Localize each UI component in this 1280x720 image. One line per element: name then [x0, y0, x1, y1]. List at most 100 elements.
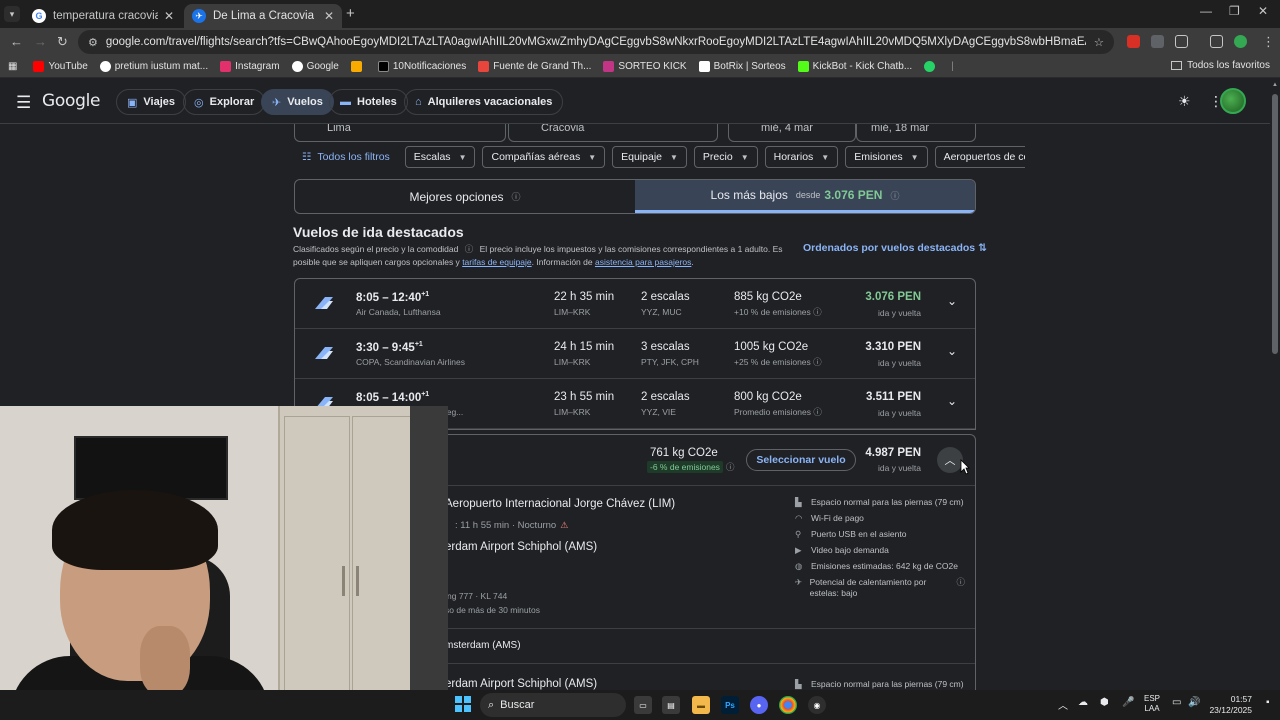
flight-row[interactable]: 8:05 – 12:40+1 Air Canada, Lufthansa 22 h …: [295, 279, 975, 329]
youtube-icon: [33, 61, 45, 72]
chrome-icon[interactable]: [779, 696, 797, 714]
bookmark-google[interactable]: Google: [291, 61, 339, 72]
file-explorer-icon[interactable]: ▬: [692, 696, 710, 714]
caret-down-icon: ▼: [740, 152, 749, 162]
return-date-field[interactable]: mié, 18 mar: [856, 124, 976, 142]
bookmark-whatsapp[interactable]: [924, 61, 939, 72]
widgets-icon[interactable]: ▤: [662, 696, 680, 714]
filter-horarios[interactable]: Horarios ▼: [764, 146, 839, 168]
microphone-icon[interactable]: 🎤: [1122, 697, 1134, 708]
reading-list-icon[interactable]: [1210, 35, 1223, 48]
photoshop-icon[interactable]: Ps: [721, 696, 739, 714]
bookmark-botrix[interactable]: BotRix | Sorteos: [698, 61, 786, 72]
avatar[interactable]: [1220, 88, 1246, 114]
notifications-icon[interactable]: ▪: [1266, 697, 1270, 708]
filter-precio[interactable]: Precio ▼: [693, 146, 758, 168]
select-flight-button[interactable]: Seleccionar vuelo: [746, 449, 856, 471]
bookmark-kickbot[interactable]: KickBot - Kick Chatb...: [797, 61, 912, 72]
tray-app-icon[interactable]: ☁: [1078, 697, 1088, 708]
tray-app-icon[interactable]: ⬢: [1100, 697, 1109, 708]
close-tab-icon[interactable]: ✕: [164, 9, 174, 23]
windows-start-icon[interactable]: [455, 696, 471, 712]
apps-grid-icon[interactable]: ▦: [8, 61, 17, 72]
airline-logo-icon: [315, 297, 333, 309]
info-icon[interactable]: ⓘ: [726, 461, 735, 473]
discord-icon[interactable]: ●: [750, 696, 768, 714]
google-logo[interactable]: Google: [42, 91, 100, 111]
restore-icon[interactable]: ❐: [1229, 4, 1240, 18]
bookmark-youtube[interactable]: YouTube: [33, 61, 88, 72]
close-window-icon[interactable]: ✕: [1258, 4, 1268, 18]
flight-row[interactable]: 3:30 – 9:45+1 COPA, Scandinavian Airlines…: [295, 329, 975, 379]
bookmark-star-icon[interactable]: ☆: [1094, 35, 1104, 49]
wardrobe: [278, 406, 418, 720]
nav-hoteles[interactable]: ▬ Hoteles: [329, 89, 408, 115]
bookmark-gta[interactable]: Fuente de Grand Th...: [478, 61, 591, 72]
bookmark-unnamed[interactable]: [350, 61, 366, 72]
scroll-up-icon[interactable]: ▲: [1272, 82, 1278, 88]
language-indicator[interactable]: ESP LAA: [1144, 694, 1160, 714]
baggage-fees-link[interactable]: tarifas de equipaje: [462, 257, 531, 267]
page-scrollbar[interactable]: ▲: [1270, 80, 1280, 690]
extension-icon[interactable]: [1127, 35, 1140, 48]
volume-icon[interactable]: 🔊: [1188, 697, 1200, 708]
extensions-puzzle-icon[interactable]: [1175, 35, 1188, 48]
nav-alquileres[interactable]: ⌂ Alquileres vacacionales: [404, 89, 564, 115]
sort-by-button[interactable]: Ordenados por vuelos destacados ⇅: [803, 242, 987, 254]
extension-icon[interactable]: [1151, 35, 1164, 48]
filter-emisiones[interactable]: Emisiones ▼: [845, 146, 928, 168]
filter-companias[interactable]: Compañías aéreas ▼: [482, 146, 606, 168]
minimize-icon[interactable]: —: [1200, 4, 1212, 18]
profile-avatar-icon[interactable]: [1234, 35, 1247, 48]
info-icon[interactable]: ⓘ: [813, 357, 822, 367]
tab-mejores-opciones[interactable]: Mejores opciones ⓘ: [295, 180, 635, 213]
theme-toggle-icon[interactable]: ☀: [1178, 93, 1191, 110]
info-icon[interactable]: ⓘ: [890, 189, 899, 202]
all-bookmarks[interactable]: Todos los favoritos: [1171, 60, 1270, 71]
forward-icon[interactable]: →: [34, 34, 47, 49]
address-bar[interactable]: ⚙ google.com/travel/flights/search?tfs=C…: [78, 30, 1114, 54]
bookmark-sorteo-kick[interactable]: SORTEO KICK: [603, 61, 687, 72]
close-tab-icon[interactable]: ✕: [324, 9, 334, 23]
expand-chevron-icon[interactable]: ⌄: [947, 394, 957, 408]
filter-escalas[interactable]: Escalas ▼: [404, 146, 476, 168]
nav-vuelos[interactable]: ✈ Vuelos: [261, 89, 334, 115]
network-icon[interactable]: ▭: [1172, 697, 1181, 708]
info-icon[interactable]: ⓘ: [813, 407, 822, 417]
filter-equipaje[interactable]: Equipaje ▼: [612, 146, 687, 168]
all-filters-button[interactable]: ☷ Todos los filtros: [294, 146, 398, 168]
nav-viajes[interactable]: ▣ Viajes: [116, 89, 187, 115]
task-view-icon[interactable]: ▭: [634, 696, 652, 714]
bookmark-pretium[interactable]: pretium iustum mat...: [99, 61, 208, 72]
back-icon[interactable]: ←: [10, 34, 23, 49]
taskbar-search[interactable]: ⌕ Buscar: [480, 693, 626, 717]
info-icon[interactable]: ⓘ: [512, 190, 521, 203]
clock[interactable]: 01:57 23/12/2025: [1206, 694, 1252, 716]
browser-menu-icon[interactable]: ⋮: [1262, 34, 1275, 50]
destination-field[interactable]: Cracovia: [508, 124, 718, 142]
nav-explorar[interactable]: ◎ Explorar: [183, 89, 266, 115]
filter-aeropuertos[interactable]: Aeropuertos de cor: [934, 146, 1025, 168]
scrollbar-thumb[interactable]: [1272, 94, 1278, 354]
info-icon[interactable]: ⓘ: [956, 577, 965, 588]
main-menu-icon[interactable]: ☰: [16, 93, 31, 113]
tab-search-icon[interactable]: ▾: [4, 6, 20, 22]
browser-tab[interactable]: G temperatura cracovia - Buscar c ✕: [24, 4, 182, 28]
bookmark-x[interactable]: 10Notificaciones: [377, 61, 466, 72]
airline-names: COPA, Scandinavian Airlines: [356, 357, 465, 367]
origin-field[interactable]: Lima: [294, 124, 506, 142]
site-info-icon[interactable]: ⚙: [88, 36, 98, 49]
obs-icon[interactable]: ◉: [808, 696, 826, 714]
tray-chevron-icon[interactable]: ︿: [1058, 697, 1068, 712]
tab-mas-bajos[interactable]: Los más bajos desde 3.076 PEN ⓘ: [635, 180, 975, 213]
passenger-assistance-link[interactable]: asistencia para pasajeros: [595, 257, 691, 267]
reload-icon[interactable]: ↻: [57, 34, 68, 50]
browser-tab-active[interactable]: ✈ De Lima a Cracovia | Google Vu ✕: [184, 4, 342, 28]
info-icon[interactable]: ⓘ: [465, 244, 474, 254]
bookmark-instagram[interactable]: Instagram: [220, 61, 280, 72]
new-tab-icon[interactable]: +: [346, 5, 355, 22]
expand-chevron-icon[interactable]: ⌄: [947, 344, 957, 358]
depart-date-field[interactable]: mié, 4 mar: [728, 124, 856, 142]
info-icon[interactable]: ⓘ: [813, 307, 822, 317]
expand-chevron-icon[interactable]: ⌄: [947, 294, 957, 308]
